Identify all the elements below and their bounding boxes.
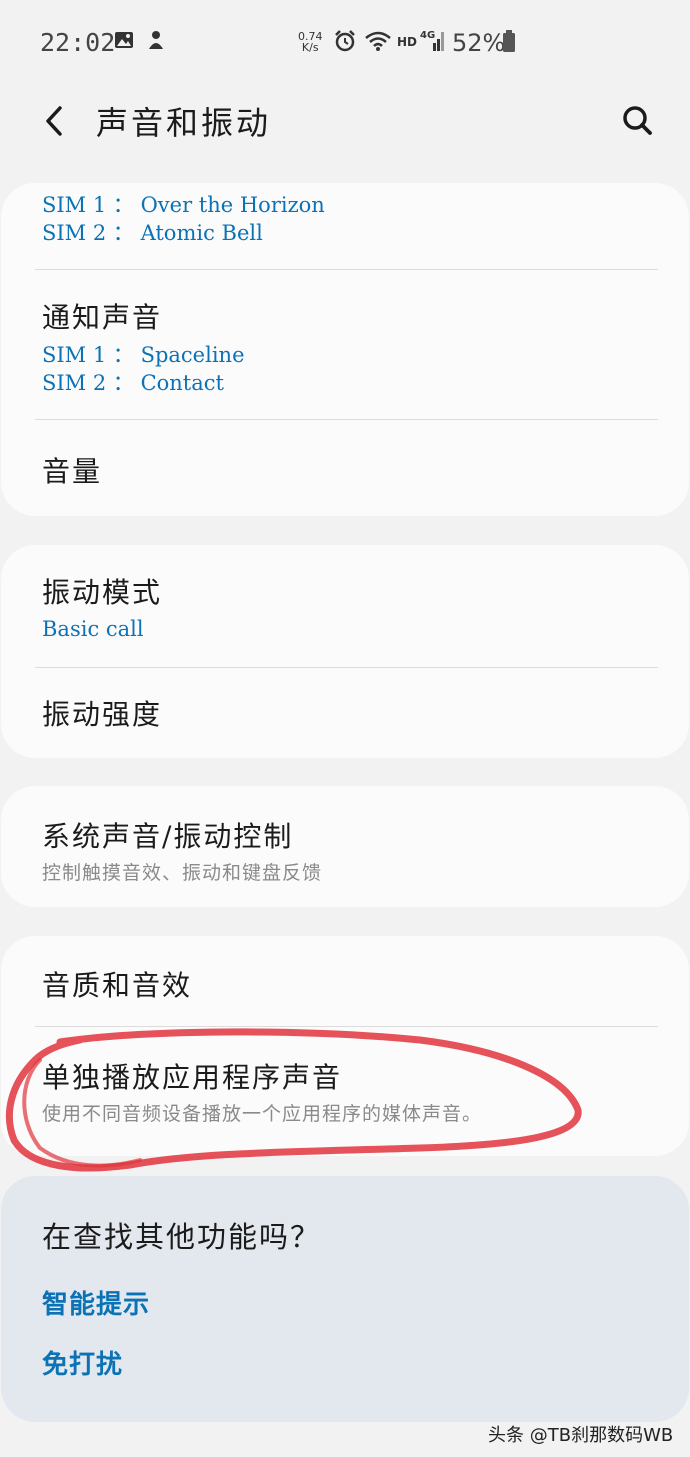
suggestions-title: 在查找其他功能吗？ bbox=[42, 1220, 322, 1254]
net-speed-unit: K/s bbox=[301, 41, 319, 54]
vibration-pattern-row[interactable]: 振动模式 Basic call bbox=[1, 545, 689, 667]
search-button[interactable] bbox=[610, 96, 664, 146]
status-time: 22:02 bbox=[40, 28, 116, 57]
search-icon bbox=[623, 106, 652, 135]
do-not-disturb-link[interactable]: 免打扰 bbox=[42, 1344, 123, 1381]
ringtone-sim1: SIM 1 ： Over the Horizon bbox=[42, 193, 325, 217]
battery-percent: 52% bbox=[452, 29, 506, 57]
system-sound-description: 控制触摸音效、振动和键盘反馈 bbox=[42, 862, 323, 884]
hd-label: HD bbox=[397, 35, 418, 49]
alarm-icon bbox=[333, 29, 357, 59]
vibration-intensity-row[interactable]: 振动强度 bbox=[1, 668, 689, 758]
vibration-intensity-title: 振动强度 bbox=[42, 698, 163, 731]
image-icon bbox=[113, 29, 135, 57]
separate-app-sound-title: 单独播放应用程序声音 bbox=[42, 1061, 343, 1094]
page-title: 声音和振动 bbox=[96, 104, 272, 142]
ringtone-sim2: SIM 2 ： Atomic Bell bbox=[42, 221, 263, 245]
back-chevron-icon bbox=[46, 106, 62, 136]
separate-app-sound-row[interactable]: 单独播放应用程序声音 使用不同音频设备播放一个应用程序的媒体声音。 bbox=[1, 1027, 689, 1156]
separate-app-sound-description: 使用不同音频设备播放一个应用程序的媒体声音。 bbox=[42, 1103, 483, 1125]
suggestions-card: 在查找其他功能吗？ 智能提示 免打扰 bbox=[1, 1176, 689, 1422]
sound-quality-title: 音质和音效 bbox=[42, 969, 193, 1002]
status-bar: 22:02 0.74 K/s HD 4G 52% bbox=[0, 0, 690, 86]
watermark: 头条 @TB刹那数码WB bbox=[488, 1425, 674, 1446]
back-button[interactable] bbox=[30, 96, 80, 146]
system-sound-title: 系统声音/振动控制 bbox=[42, 820, 294, 853]
notification-sound-sim2: SIM 2 ： Contact bbox=[42, 371, 224, 395]
sound-quality-row[interactable]: 音质和音效 bbox=[1, 936, 689, 1026]
net-speed: 0.74 K/s bbox=[298, 31, 323, 53]
app-bar: 声音和振动 bbox=[0, 86, 690, 156]
ringtone-row[interactable]: SIM 1 ： Over the Horizon SIM 2 ： Atomic … bbox=[1, 183, 689, 269]
battery-icon bbox=[502, 29, 516, 59]
vibration-card: 振动模式 Basic call 振动强度 bbox=[1, 545, 689, 758]
system-feedback-card: 系统声音/振动控制 控制触摸音效、振动和键盘反馈 bbox=[1, 786, 689, 907]
smart-tips-link[interactable]: 智能提示 bbox=[42, 1284, 150, 1321]
notification-app-icon bbox=[146, 29, 166, 57]
volume-title: 音量 bbox=[42, 455, 103, 488]
notification-sound-sim1: SIM 1 ： Spaceline bbox=[42, 343, 245, 367]
vibration-pattern-title: 振动模式 bbox=[42, 576, 163, 609]
vibration-pattern-value: Basic call bbox=[42, 617, 144, 641]
wifi-icon bbox=[364, 29, 392, 59]
volume-row[interactable]: 音量 bbox=[1, 420, 689, 516]
notification-sound-row[interactable]: 通知声音 SIM 1 ： Spaceline SIM 2 ： Contact bbox=[1, 270, 689, 419]
signal-icon bbox=[424, 29, 446, 59]
sound-card: SIM 1 ： Over the Horizon SIM 2 ： Atomic … bbox=[1, 183, 689, 516]
system-sound-vibration-row[interactable]: 系统声音/振动控制 控制触摸音效、振动和键盘反馈 bbox=[1, 786, 689, 907]
notification-sound-title: 通知声音 bbox=[42, 301, 163, 334]
audio-card: 音质和音效 单独播放应用程序声音 使用不同音频设备播放一个应用程序的媒体声音。 bbox=[1, 936, 689, 1156]
